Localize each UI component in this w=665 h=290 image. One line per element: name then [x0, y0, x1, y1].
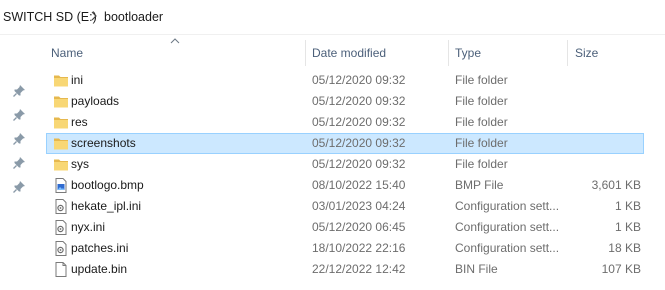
quick-access-pins	[12, 84, 28, 204]
file-name: payloads	[71, 94, 120, 108]
column-divider[interactable]	[567, 40, 568, 66]
file-type: File folder	[455, 115, 508, 129]
file-name: res	[71, 115, 88, 129]
list-item[interactable]: hekate_ipl.ini 03/01/2023 04:24 Configurat…	[46, 196, 644, 217]
folder-icon	[54, 117, 68, 129]
column-header-type[interactable]: Type	[455, 44, 481, 62]
file-date-modified: 08/10/2022 15:40	[312, 178, 406, 192]
file-type: BIN File	[455, 262, 498, 276]
column-divider[interactable]	[448, 40, 449, 66]
file-size	[566, 91, 641, 112]
file-name: update.bin	[71, 262, 128, 276]
file-date-modified: 05/12/2020 06:45	[312, 220, 406, 234]
list-item[interactable]: res 05/12/2020 09:32 File folder	[46, 112, 644, 133]
file-size: 107 KB	[601, 262, 641, 276]
list-item[interactable]: sys 05/12/2020 09:32 File folder	[46, 154, 644, 175]
chevron-right-icon[interactable]	[89, 9, 99, 23]
toolbar-divider	[0, 34, 665, 35]
file-date-modified: 22/12/2022 12:42	[312, 262, 406, 276]
file-name: screenshots	[71, 136, 136, 150]
file-date-modified: 03/01/2023 04:24	[312, 199, 406, 213]
config-file-icon	[55, 199, 67, 214]
file-date-modified: 05/12/2020 09:32	[312, 115, 406, 129]
file-date-modified: 05/12/2020 09:32	[312, 136, 406, 150]
file-name: ini	[71, 73, 84, 87]
sort-ascending-icon	[170, 38, 180, 44]
column-divider[interactable]	[305, 40, 306, 66]
pin-icon[interactable]	[12, 132, 26, 146]
file-type: File folder	[455, 157, 508, 171]
list-item[interactable]: ini 05/12/2020 09:32 File folder	[46, 70, 644, 91]
file-size: 1 KB	[614, 220, 641, 234]
file-date-modified: 18/10/2022 22:16	[312, 241, 406, 255]
file-name: nyx.ini	[71, 220, 106, 234]
file-name: hekate_ipl.ini	[71, 199, 142, 213]
list-item[interactable]: patches.ini 18/10/2022 22:16 Configuration…	[46, 238, 644, 259]
file-type: Configuration sett...	[455, 241, 560, 255]
file-date-modified: 05/12/2020 09:32	[312, 94, 406, 108]
file-size: 1 KB	[614, 199, 641, 213]
blank-file-icon	[55, 262, 67, 277]
breadcrumb-folder[interactable]: bootloader	[104, 10, 163, 24]
file-size: 18 KB	[608, 241, 641, 255]
breadcrumb: SWITCH SD (E:) bootloader	[0, 0, 665, 34]
file-date-modified: 05/12/2020 09:32	[312, 73, 406, 87]
folder-icon	[54, 138, 68, 150]
file-type: Configuration sett...	[455, 220, 560, 234]
list-item-selected[interactable]: screenshots 05/12/2020 09:32 File folder	[46, 133, 644, 154]
file-name: sys	[71, 157, 89, 171]
column-header-size[interactable]: Size	[575, 44, 598, 62]
folder-icon	[54, 75, 68, 87]
list-item[interactable]: update.bin 22/12/2022 12:42 BIN File 107 KB	[46, 259, 644, 280]
list-item[interactable]: nyx.ini 05/12/2020 06:45 Configuration set…	[46, 217, 644, 238]
list-item[interactable]: bootlogo.bmp 08/10/2022 15:40 BMP File 3,60…	[46, 175, 644, 196]
file-size	[566, 112, 641, 133]
config-file-icon	[55, 220, 67, 235]
pin-icon[interactable]	[12, 108, 26, 122]
pin-icon[interactable]	[12, 156, 26, 170]
config-file-icon	[55, 241, 67, 256]
bitmap-file-icon	[55, 178, 67, 193]
folder-icon	[54, 159, 68, 171]
file-type: BMP File	[455, 178, 504, 192]
file-name: patches.ini	[71, 241, 129, 255]
file-type: File folder	[455, 73, 508, 87]
file-size	[566, 154, 641, 175]
folder-icon	[54, 96, 68, 108]
pin-icon[interactable]	[12, 180, 26, 194]
column-header-name[interactable]: Name	[51, 44, 83, 62]
list-item[interactable]: payloads 05/12/2020 09:32 File folder	[46, 91, 644, 112]
pin-icon[interactable]	[12, 84, 26, 98]
file-type: File folder	[455, 136, 508, 150]
file-size: 3,601 KB	[591, 178, 641, 192]
column-header-date[interactable]: Date modified	[312, 44, 386, 62]
file-type: File folder	[455, 94, 508, 108]
breadcrumb-drive[interactable]: SWITCH SD (E:)	[3, 10, 97, 24]
file-size	[566, 133, 641, 154]
file-date-modified: 05/12/2020 09:32	[312, 157, 406, 171]
file-name: bootlogo.bmp	[71, 178, 144, 192]
file-type: Configuration sett...	[455, 199, 560, 213]
file-size	[566, 70, 641, 91]
